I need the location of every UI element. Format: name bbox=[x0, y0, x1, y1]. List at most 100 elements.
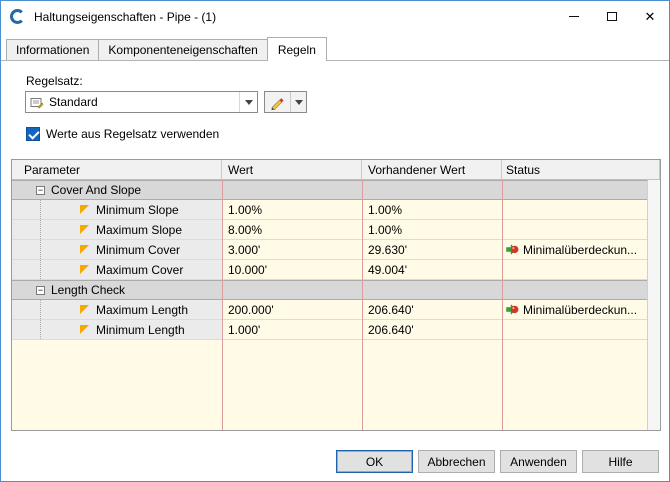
edit-ruleset-button[interactable] bbox=[264, 91, 307, 113]
wert-cell[interactable]: 3.000' bbox=[222, 240, 362, 259]
edit-style-icon bbox=[265, 92, 290, 112]
table-row[interactable]: Maximum Slope 8.00% 1.00% bbox=[12, 220, 660, 240]
close-icon: ✕ bbox=[644, 9, 656, 24]
use-ruleset-row: Werte aus Regelsatz verwenden bbox=[26, 127, 219, 141]
wert-cell[interactable]: 10.000' bbox=[222, 260, 362, 279]
minimize-button[interactable] bbox=[555, 1, 593, 32]
override-flag-icon bbox=[80, 305, 89, 314]
override-flag-icon bbox=[80, 265, 89, 274]
dialog-window: Haltungseigenschaften - Pipe - (1) ✕ Inf… bbox=[0, 0, 670, 482]
wert-cell[interactable]: 8.00% bbox=[222, 220, 362, 239]
tab-regeln[interactable]: Regeln bbox=[266, 37, 327, 61]
table-group-row[interactable]: − Cover And Slope bbox=[12, 180, 660, 200]
parameter-label: Minimum Slope bbox=[96, 202, 179, 217]
titlebar[interactable]: Haltungseigenschaften - Pipe - (1) ✕ bbox=[1, 1, 669, 32]
parameter-cell: Maximum Length bbox=[12, 300, 222, 319]
rules-table-rows: − Cover And Slope Minimum Slope 1.00% 1.00% M… bbox=[12, 180, 660, 340]
table-scrollbar[interactable] bbox=[647, 180, 660, 430]
combobox-chevron-down-icon[interactable] bbox=[239, 92, 257, 112]
parameter-cell: Minimum Cover bbox=[12, 240, 222, 259]
column-header-status[interactable]: Status bbox=[502, 160, 660, 179]
column-header-parameter[interactable]: Parameter bbox=[12, 160, 222, 179]
rules-table-body: − Cover And Slope Minimum Slope 1.00% 1.00% M… bbox=[12, 180, 660, 430]
parameter-cell: Maximum Slope bbox=[12, 220, 222, 239]
ruleset-combobox[interactable]: Standard bbox=[25, 91, 258, 113]
wert-cell bbox=[222, 181, 362, 199]
vorhandener-wert-cell: 1.00% bbox=[368, 202, 403, 217]
parameter-label: Maximum Length bbox=[96, 302, 189, 317]
table-row[interactable]: Minimum Slope 1.00% 1.00% bbox=[12, 200, 660, 220]
status-text: Minimalüberdeckun... bbox=[523, 242, 638, 257]
minimize-icon bbox=[569, 16, 579, 17]
wert-cell[interactable]: 200.000' bbox=[222, 300, 362, 319]
wert-cell bbox=[222, 281, 362, 299]
status-cell: Minimalüberdeckun... bbox=[502, 300, 660, 319]
help-button[interactable]: Hilfe bbox=[582, 450, 659, 473]
close-button[interactable]: ✕ bbox=[631, 1, 669, 32]
collapse-icon[interactable]: − bbox=[36, 285, 45, 295]
rules-table: Parameter Wert Vorhandener Wert Status −… bbox=[11, 159, 661, 431]
ok-button[interactable]: OK bbox=[336, 450, 413, 473]
status-cell bbox=[502, 260, 660, 279]
vorhandener-wert-cell bbox=[362, 181, 502, 199]
vorhandener-wert-cell: 206.640' bbox=[368, 302, 414, 317]
tab-informationen[interactable]: Informationen bbox=[6, 39, 100, 60]
violation-icon bbox=[506, 243, 519, 256]
parameter-cell: Maximum Cover bbox=[12, 260, 222, 279]
collapse-icon[interactable]: − bbox=[36, 185, 45, 195]
override-flag-icon bbox=[80, 245, 89, 254]
ruleset-value: Standard bbox=[49, 95, 98, 109]
status-cell bbox=[502, 181, 660, 199]
group-label: Cover And Slope bbox=[51, 183, 142, 197]
vorhandener-wert-cell: 1.00% bbox=[368, 222, 403, 237]
vorhandener-wert-cell: 206.640' bbox=[368, 322, 414, 337]
table-row[interactable]: Minimum Cover 3.000' 29.630' Minimalüberdec… bbox=[12, 240, 660, 260]
parameter-cell: Minimum Length bbox=[12, 320, 222, 339]
status-cell bbox=[502, 320, 660, 339]
wert-cell[interactable]: 1.00% bbox=[222, 200, 362, 219]
vorhandener-wert-cell: 29.630' bbox=[368, 242, 407, 257]
override-flag-icon bbox=[80, 225, 89, 234]
tab-komponenteneigenschaften[interactable]: Komponenteneigenschaften bbox=[98, 39, 268, 60]
group-label: Length Check bbox=[51, 283, 126, 297]
window-title: Haltungseigenschaften - Pipe - (1) bbox=[34, 9, 217, 24]
column-header-vorhandener-wert[interactable]: Vorhandener Wert bbox=[362, 160, 502, 179]
maximize-button[interactable] bbox=[593, 1, 631, 32]
parameter-cell: − Length Check bbox=[12, 281, 222, 299]
parameter-label: Maximum Slope bbox=[96, 222, 183, 237]
table-row[interactable]: Minimum Length 1.000' 206.640' bbox=[12, 320, 660, 340]
parameter-cell: Minimum Slope bbox=[12, 200, 222, 219]
apply-button[interactable]: Anwenden bbox=[500, 450, 577, 473]
ruleset-icon bbox=[30, 96, 44, 109]
status-cell bbox=[502, 200, 660, 219]
edit-ruleset-chevron-down-icon[interactable] bbox=[290, 92, 306, 112]
table-header: Parameter Wert Vorhandener Wert Status bbox=[12, 160, 660, 180]
parameter-cell: − Cover And Slope bbox=[12, 181, 222, 199]
override-flag-icon bbox=[80, 325, 89, 334]
cancel-button[interactable]: Abbrechen bbox=[418, 450, 495, 473]
column-header-wert[interactable]: Wert bbox=[222, 160, 362, 179]
use-ruleset-label: Werte aus Regelsatz verwenden bbox=[46, 127, 220, 141]
parameter-label: Maximum Cover bbox=[96, 262, 184, 277]
dialog-buttons: OK Abbrechen Anwenden Hilfe bbox=[336, 450, 659, 473]
status-cell bbox=[502, 220, 660, 239]
table-row[interactable]: Maximum Length 200.000' 206.640' Minimalübe… bbox=[12, 300, 660, 320]
wert-cell[interactable]: 1.000' bbox=[222, 320, 362, 339]
vorhandener-wert-cell: 49.004' bbox=[368, 262, 407, 277]
override-flag-icon bbox=[80, 205, 89, 214]
tab-strip: Informationen Komponenteneigenschaften R… bbox=[6, 37, 327, 61]
parameter-label: Minimum Cover bbox=[96, 242, 181, 257]
status-cell: Minimalüberdeckun... bbox=[502, 240, 660, 259]
table-group-row[interactable]: − Length Check bbox=[12, 280, 660, 300]
window-controls: ✕ bbox=[555, 1, 669, 32]
violation-icon bbox=[506, 303, 519, 316]
maximize-icon bbox=[607, 12, 617, 21]
table-row[interactable]: Maximum Cover 10.000' 49.004' bbox=[12, 260, 660, 280]
app-icon bbox=[10, 9, 25, 24]
status-cell bbox=[502, 281, 660, 299]
ruleset-label: Regelsatz: bbox=[26, 74, 83, 88]
parameter-label: Minimum Length bbox=[96, 322, 185, 337]
use-ruleset-checkbox[interactable] bbox=[26, 127, 40, 141]
vorhandener-wert-cell bbox=[362, 281, 502, 299]
status-text: Minimalüberdeckun... bbox=[523, 302, 638, 317]
